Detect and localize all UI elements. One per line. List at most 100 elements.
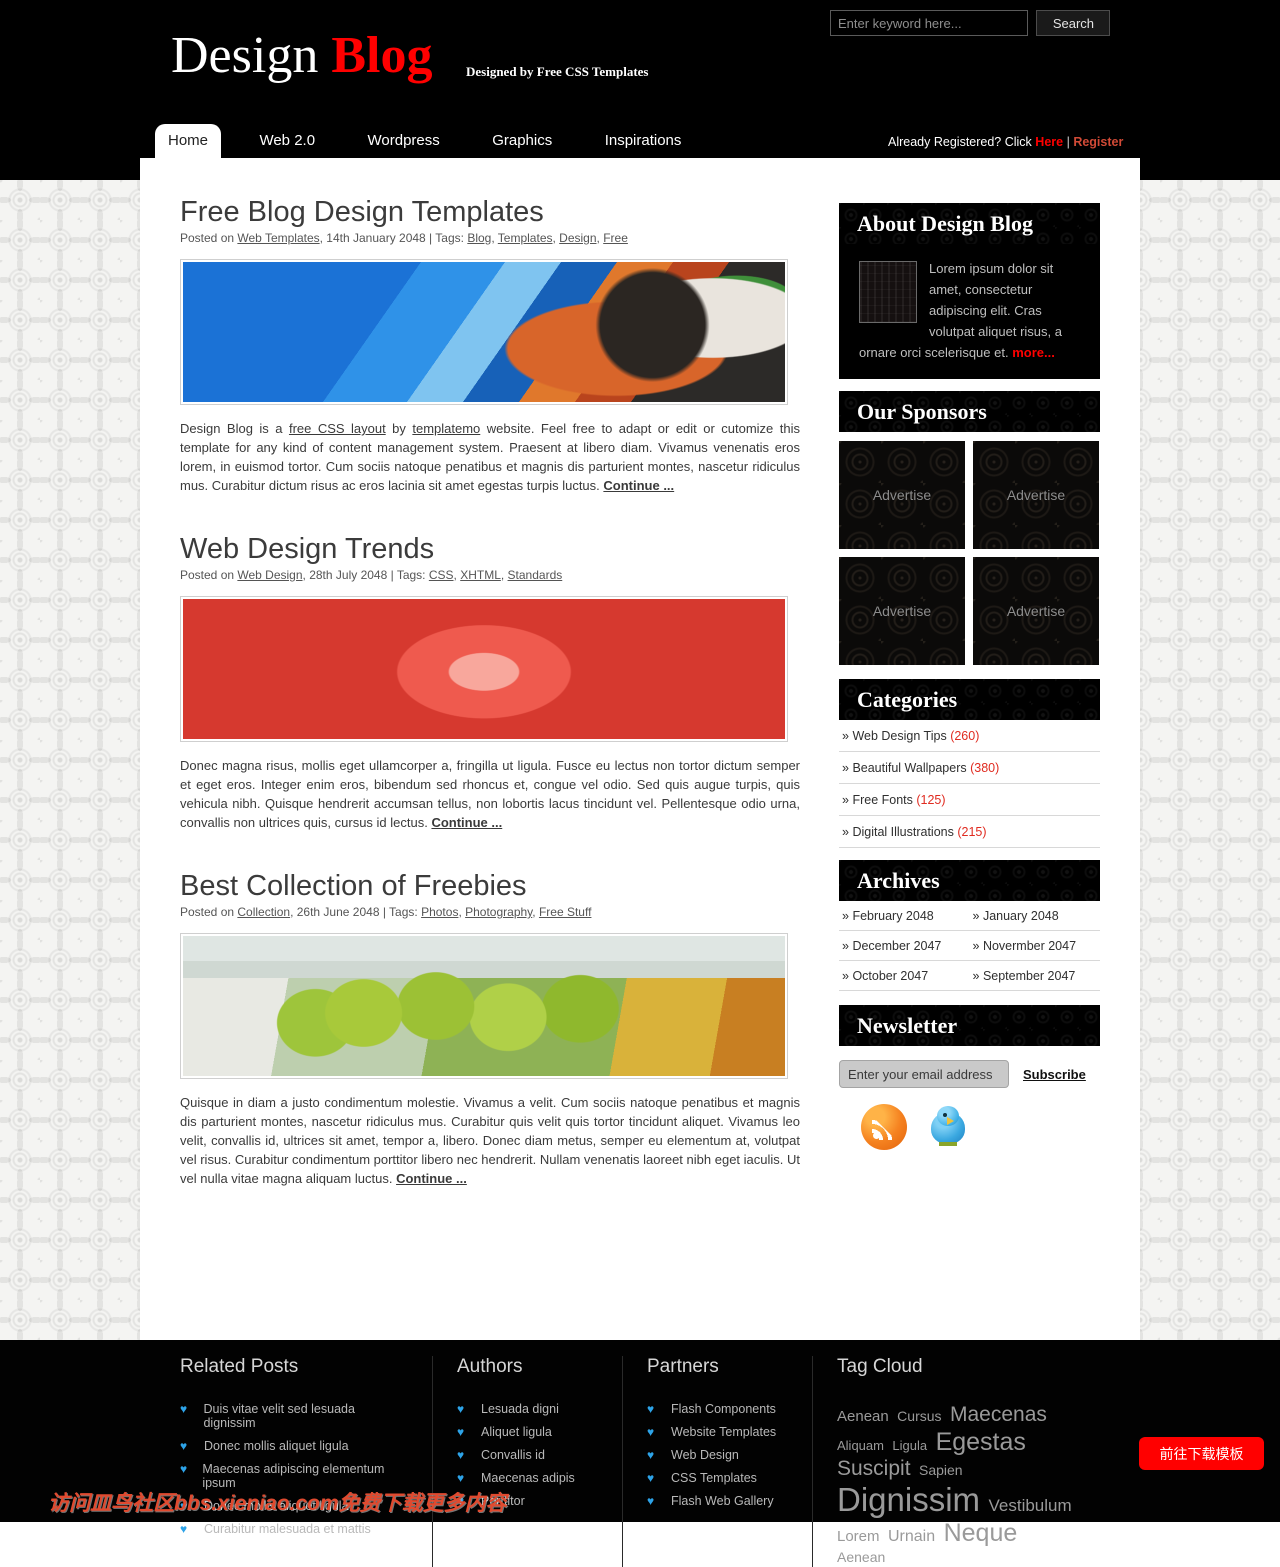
post-item: Best Collection of Freebies Posted on Co… xyxy=(180,870,800,1188)
advertise-slot[interactable]: Advertise xyxy=(973,441,1099,549)
list-item[interactable]: ♥ Duis vitae velit sed lesuada dignissim xyxy=(180,1398,406,1435)
category-item[interactable]: » Digital Illustrations (215) xyxy=(839,816,1100,848)
continue-link[interactable]: Continue ... xyxy=(603,478,674,493)
tag-cloud-item[interactable]: Aenean xyxy=(837,1549,885,1565)
tag-cloud-item[interactable]: Aenean xyxy=(837,1408,889,1425)
list-item-label: Duis vitae velit sed lesuada dignissim xyxy=(203,1402,355,1430)
subscribe-button[interactable]: Subscribe xyxy=(1023,1067,1086,1082)
advertise-slot[interactable]: Advertise xyxy=(973,557,1099,665)
tag-cloud-item[interactable]: Lorem xyxy=(837,1528,880,1545)
post-title[interactable]: Web Design Trends xyxy=(180,533,800,566)
post-tag-link[interactable]: XHTML xyxy=(460,568,501,582)
tag-cloud-item[interactable]: Neque xyxy=(944,1519,1018,1547)
footer-heading: Tag Cloud xyxy=(837,1356,923,1377)
partners-list: ♥ Flash Components ♥ Website Templates ♥ We… xyxy=(647,1398,786,1513)
tag-cloud-item[interactable]: Egestas xyxy=(936,1428,1026,1456)
post-item: Free Blog Design Templates Posted on Web… xyxy=(180,196,800,495)
archives-section-header: Archives xyxy=(839,860,1100,901)
list-item-label: Web Design xyxy=(671,1448,739,1462)
sponsors-section-header: Our Sponsors xyxy=(839,391,1100,432)
tag-cloud-item[interactable]: Ligula xyxy=(892,1438,927,1453)
about-more-link[interactable]: more... xyxy=(1012,345,1055,360)
heart-icon: ♥ xyxy=(647,1425,655,1439)
twitter-bird-icon[interactable] xyxy=(925,1104,971,1150)
list-item[interactable]: ♥ Curabitur malesuada et mattis xyxy=(180,1518,406,1541)
logo-accent-text: Blog xyxy=(331,27,433,84)
register-link[interactable]: Register xyxy=(1073,135,1123,149)
tag-cloud-item[interactable]: Suscipit xyxy=(837,1457,911,1481)
archive-item[interactable]: » October 2047 xyxy=(839,961,970,991)
post-tag-link[interactable]: Standards xyxy=(508,568,563,582)
list-item[interactable]: ♥ Website Templates xyxy=(647,1421,786,1444)
archive-item[interactable]: » September 2047 xyxy=(969,961,1100,991)
nav-tab-web20[interactable]: Web 2.0 xyxy=(259,124,315,161)
newsletter-email-input[interactable] xyxy=(839,1060,1009,1088)
tag-cloud-item[interactable]: Maecenas xyxy=(950,1403,1047,1427)
list-item-label: Maecenas adipis xyxy=(481,1471,575,1485)
tag-cloud-item[interactable]: Urnain xyxy=(888,1528,935,1545)
archive-item[interactable]: » December 2047 xyxy=(839,931,970,961)
rss-icon[interactable] xyxy=(861,1104,907,1150)
archive-item[interactable]: » Novermber 2047 xyxy=(969,931,1100,961)
tag-cloud-item[interactable]: Aliquam xyxy=(837,1438,884,1453)
post-title[interactable]: Free Blog Design Templates xyxy=(180,196,800,229)
post-thumbnail[interactable] xyxy=(180,259,788,405)
advertise-slot[interactable]: Advertise xyxy=(839,441,965,549)
list-item[interactable]: ♥ Lesuada digni xyxy=(457,1398,596,1421)
flower-photo xyxy=(183,599,785,739)
list-item[interactable]: ♥ Flash Components xyxy=(647,1398,786,1421)
list-item[interactable]: ♥ Flash Web Gallery xyxy=(647,1490,786,1513)
list-item-label: Website Templates xyxy=(671,1425,777,1439)
tag-cloud-item[interactable]: Sapien xyxy=(919,1462,963,1478)
login-here-link[interactable]: Here xyxy=(1035,135,1063,149)
list-item-label: Curabitur malesuada et mattis xyxy=(204,1522,371,1536)
post-tag-link[interactable]: CSS xyxy=(429,568,454,582)
post-title[interactable]: Best Collection of Freebies xyxy=(180,870,800,903)
list-item[interactable]: ♥ Aliquet ligula xyxy=(457,1421,596,1444)
post-thumbnail[interactable] xyxy=(180,596,788,742)
nav-tab-graphics[interactable]: Graphics xyxy=(492,124,552,161)
list-item[interactable]: ♥ Donec mollis aliquet ligula xyxy=(180,1435,406,1458)
post-thumbnail[interactable] xyxy=(180,933,788,1079)
post-tag-link[interactable]: Design xyxy=(559,231,596,245)
post-tag-link[interactable]: Free xyxy=(603,231,628,245)
category-item[interactable]: » Free Fonts (125) xyxy=(839,784,1100,816)
category-item[interactable]: » Beautiful Wallpapers (380) xyxy=(839,752,1100,784)
heart-icon: ♥ xyxy=(647,1448,655,1462)
post-date-tags-label: , 14th January 2048 | Tags: xyxy=(319,231,468,245)
continue-link[interactable]: Continue ... xyxy=(431,815,502,830)
tag-cloud-item[interactable]: Vestibulum xyxy=(988,1496,1071,1515)
tag-cloud-item[interactable]: Dignissim xyxy=(837,1482,980,1518)
archive-item[interactable]: » January 2048 xyxy=(969,901,1100,931)
archive-item[interactable]: » February 2048 xyxy=(839,901,970,931)
search-button[interactable]: Search xyxy=(1036,10,1111,36)
post-tag-link[interactable]: Blog xyxy=(467,231,491,245)
nav-tab-wordpress[interactable]: Wordpress xyxy=(368,124,440,161)
advertise-slot[interactable]: Advertise xyxy=(839,557,965,665)
newsletter-section: Newsletter Subscribe xyxy=(839,1005,1100,1150)
category-item[interactable]: » Web Design Tips (260) xyxy=(839,720,1100,752)
tag-cloud-item[interactable]: Cursus xyxy=(897,1408,941,1424)
nav-tab-inspirations[interactable]: Inspirations xyxy=(605,124,682,161)
post-category-link[interactable]: Collection xyxy=(237,905,290,919)
banana-photo xyxy=(183,936,785,1076)
post-category-link[interactable]: Web Templates xyxy=(237,231,319,245)
search-input[interactable] xyxy=(830,10,1028,36)
post-tag-link[interactable]: Free Stuff xyxy=(539,905,591,919)
site-logo[interactable]: Design Blog xyxy=(171,30,432,82)
post-tag-link[interactable]: Photography xyxy=(465,905,532,919)
list-item[interactable]: ♥ Convallis id xyxy=(457,1444,596,1467)
continue-link[interactable]: Continue ... xyxy=(396,1171,467,1186)
footer-column-partners: Partners ♥ Flash Components ♥ Website Temp… xyxy=(623,1356,813,1567)
post-category-link[interactable]: Web Design xyxy=(237,568,302,582)
heart-icon: ♥ xyxy=(647,1494,655,1508)
archive-label: January 2048 xyxy=(982,909,1059,923)
nav-tab-home[interactable]: Home xyxy=(155,124,221,169)
list-item[interactable]: ♥ Web Design xyxy=(647,1444,786,1467)
list-item[interactable]: ♥ CSS Templates xyxy=(647,1467,786,1490)
list-item-label: Donec mollis aliquet ligula xyxy=(204,1439,349,1453)
download-template-button[interactable]: 前往下载模板 xyxy=(1139,1437,1264,1470)
post-tag-link[interactable]: Photos xyxy=(421,905,458,919)
post-tag-link[interactable]: Templates xyxy=(498,231,553,245)
heart-icon: ♥ xyxy=(457,1402,465,1416)
